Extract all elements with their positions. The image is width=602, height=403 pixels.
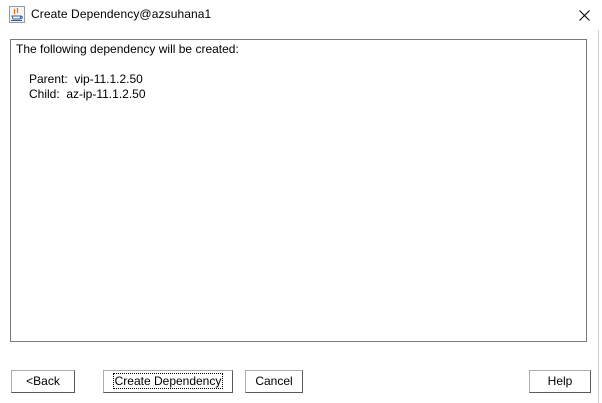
close-icon [579,10,590,21]
back-button[interactable]: <Back [11,370,75,393]
java-app-icon [9,6,25,23]
close-button[interactable] [566,2,602,28]
window-border [598,30,599,403]
parent-line: Parent: vip-11.1.2.50 [29,72,143,86]
title-bar[interactable]: Create Dependency@azsuhana1 [0,0,602,30]
create-dependency-label: Create Dependency [112,373,224,389]
cancel-button[interactable]: Cancel [245,370,303,393]
create-dependency-dialog: Create Dependency@azsuhana1 The followin… [0,0,602,403]
dependency-summary-panel: The following dependency will be created… [10,39,587,342]
help-button[interactable]: Help [529,370,591,393]
summary-heading: The following dependency will be created… [16,42,239,56]
child-line: Child: az-ip-11.1.2.50 [29,87,146,101]
window-title: Create Dependency@azsuhana1 [31,7,212,21]
create-dependency-button[interactable]: Create Dependency [103,370,233,393]
